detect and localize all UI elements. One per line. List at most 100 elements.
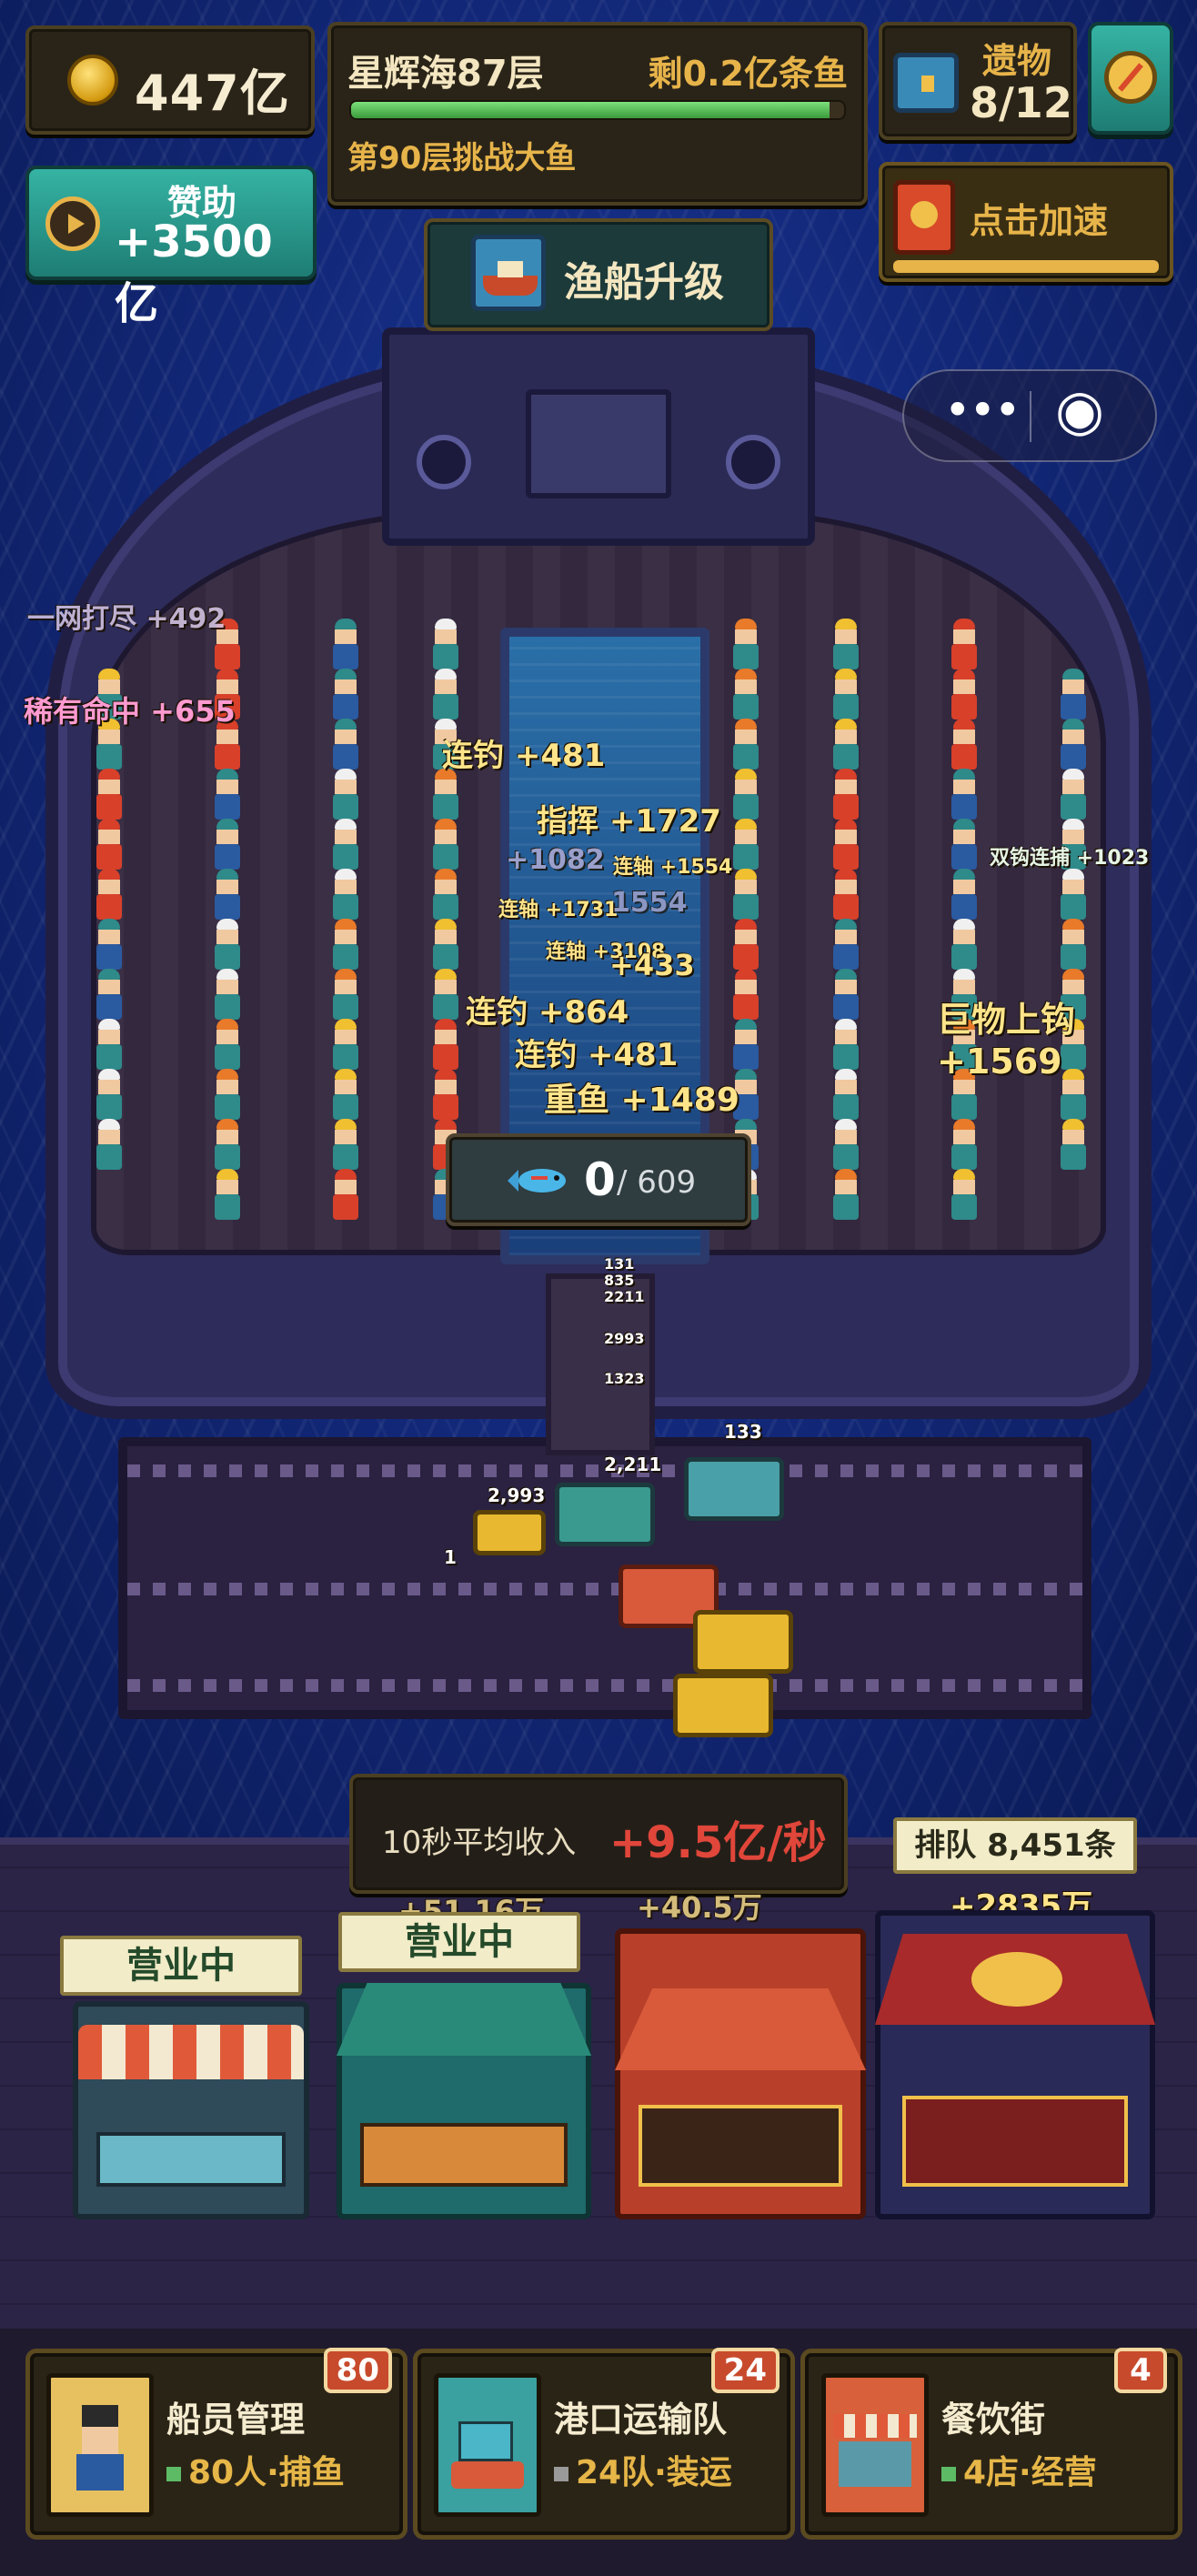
crew-sailor — [428, 919, 464, 973]
currency-panel: 447亿 — [25, 25, 315, 135]
float-text: 一网打尽 +492 — [27, 603, 226, 635]
crew-sailor — [728, 819, 764, 873]
crew-sailor — [946, 669, 982, 723]
shop-status: 营业中 — [338, 1912, 580, 1972]
card-title: 港口运输队 — [554, 2400, 728, 2440]
compass-button[interactable] — [1088, 22, 1173, 135]
shop-fish-stall[interactable] — [73, 2001, 309, 2219]
crew-sailor — [828, 819, 864, 873]
speedup-bar — [893, 260, 1159, 273]
crew-sailor — [728, 919, 764, 973]
miniprogram-capsule: ••• ◉ — [902, 369, 1157, 462]
crew-sailor — [946, 769, 982, 823]
speedup-button[interactable]: 点击加速 — [879, 162, 1173, 282]
crew-sailor — [327, 619, 364, 673]
crew-sailor — [91, 869, 127, 923]
crew-management-card[interactable]: 船员管理 80人·捕鱼 80 — [25, 2348, 407, 2540]
more-menu-button[interactable]: ••• — [944, 384, 1021, 437]
crew-sailor — [828, 669, 864, 723]
level-progress-fill — [351, 102, 830, 118]
crew-sailor — [728, 719, 764, 773]
crew-sailor — [1055, 1119, 1091, 1173]
crew-sailor — [91, 1019, 127, 1073]
float-text: 连钓 +481 — [442, 738, 606, 774]
catch-total: / 609 — [617, 1164, 697, 1201]
count-badge: 4 — [1114, 2348, 1167, 2393]
relics-label: 遗物 — [982, 41, 1052, 81]
crew-sailor — [828, 619, 864, 673]
crew-sailor — [91, 969, 127, 1023]
speedup-label: 点击加速 — [970, 201, 1109, 241]
crew-sailor — [1055, 669, 1091, 723]
crew-sailor — [91, 1119, 127, 1173]
sponsor-button[interactable]: 赞助 +3500亿 — [25, 166, 317, 329]
relics-count: 8/12 — [970, 78, 1072, 127]
ship-upgrade-label: 渔船升级 — [564, 259, 724, 306]
level-progress-bar — [349, 100, 846, 120]
crew-sailor — [91, 769, 127, 823]
truck — [693, 1610, 793, 1674]
relics-button[interactable]: 遗物 8/12 — [879, 22, 1077, 140]
crew-sailor — [428, 969, 464, 1023]
close-target-button[interactable]: ◉ — [1055, 377, 1104, 443]
crew-sailor — [828, 769, 864, 823]
crew-sailor — [728, 969, 764, 1023]
crew-sailor — [209, 869, 246, 923]
crew-sailor — [428, 1069, 464, 1123]
crew-sailor — [327, 1169, 364, 1223]
crew-sailor — [828, 869, 864, 923]
card-sub: 4店·经营 — [941, 2446, 1097, 2493]
dock-label: 2,993 — [488, 1484, 546, 1506]
food-street-card[interactable]: 餐饮街 4店·经营 4 — [800, 2348, 1182, 2540]
shop-status: 营业中 — [60, 1936, 302, 1996]
shop-fish-restaurant[interactable] — [615, 1928, 866, 2219]
crew-sailor — [1055, 719, 1091, 773]
crew-sailor — [946, 1169, 982, 1223]
gold-coin-icon — [67, 55, 118, 106]
cart — [473, 1510, 546, 1555]
crew-sailor — [428, 869, 464, 923]
shop-grand-restaurant[interactable] — [875, 1910, 1155, 2219]
count-badge: 24 — [710, 2348, 780, 2393]
float-text: 指挥 +1727 — [537, 803, 721, 840]
treasure-chest-icon — [893, 53, 959, 113]
dock-label: 131 — [604, 1255, 635, 1273]
crew-sailor — [946, 619, 982, 673]
level-title: 星辉海87层 — [347, 53, 544, 95]
crew-sailor — [327, 669, 364, 723]
crew-sailor — [327, 919, 364, 973]
crew-sailor — [209, 1169, 246, 1223]
catch-counter: 0 / 609 — [446, 1133, 751, 1226]
float-text: +1082 — [506, 844, 605, 876]
port-transport-card[interactable]: 港口运输队 24队·装运 24 — [413, 2348, 795, 2540]
float-text: 连钓 +864 — [466, 994, 629, 1031]
dock-label: 835 — [604, 1272, 635, 1289]
float-text: 连钓 +481 — [515, 1037, 679, 1073]
dock-label: 2211 — [604, 1288, 645, 1305]
crew-sailor — [428, 669, 464, 723]
income-label: 10秒平均收入 — [382, 1825, 577, 1861]
sponsor-value: +3500亿 — [115, 216, 273, 329]
crew-sailor — [209, 769, 246, 823]
crew-sailor — [828, 1119, 864, 1173]
income-panel: 10秒平均收入 +9.5亿/秒 — [349, 1774, 848, 1894]
crew-sailor — [828, 919, 864, 973]
shop-seafood-house[interactable] — [337, 1983, 591, 2219]
compass-icon — [1104, 51, 1157, 104]
income-value: +9.5亿/秒 — [609, 1817, 827, 1868]
card-sub: 24队·装运 — [554, 2446, 732, 2493]
crew-sailor — [428, 819, 464, 873]
float-text: 连轴 +1731 — [498, 899, 619, 921]
crew-sailor — [1055, 919, 1091, 973]
card-title: 餐饮街 — [941, 2400, 1046, 2440]
float-text: +433 — [609, 948, 695, 982]
crew-icon — [46, 2373, 154, 2517]
dock-label: 1 — [444, 1546, 457, 1568]
ship-upgrade-button[interactable]: 渔船升级 — [424, 218, 773, 331]
truck — [555, 1483, 655, 1546]
crew-sailor — [327, 769, 364, 823]
crew-sailor — [946, 819, 982, 873]
crew-sailor — [828, 1069, 864, 1123]
crew-sailor — [209, 1069, 246, 1123]
crew-sailor — [327, 1019, 364, 1073]
